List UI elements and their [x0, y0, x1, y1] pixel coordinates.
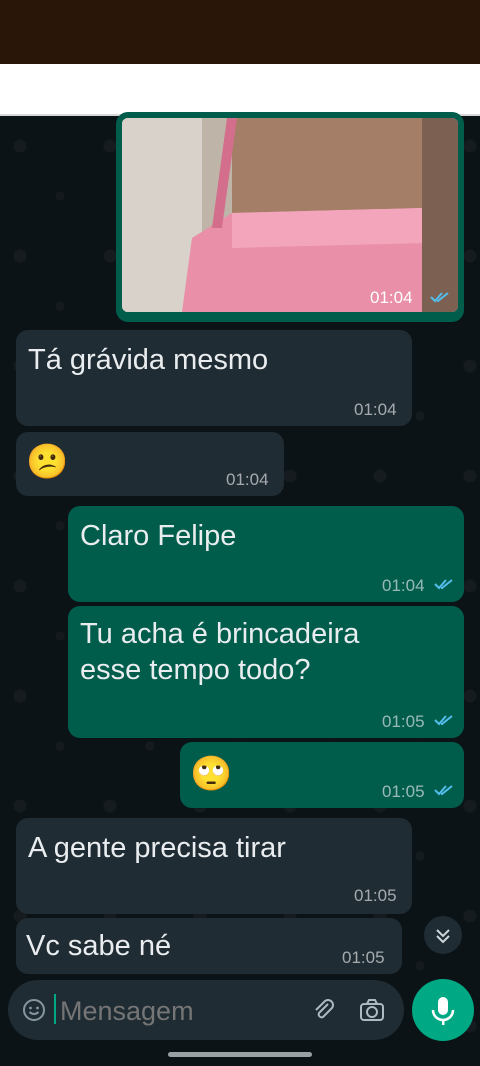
read-ticks-icon	[434, 715, 453, 726]
message-outgoing[interactable]: Claro Felipe 01:04	[68, 506, 464, 602]
microphone-icon	[431, 997, 455, 1025]
message-text: A gente precisa tirar	[28, 832, 286, 864]
read-ticks-icon	[430, 292, 449, 303]
status-bar	[0, 0, 480, 64]
message-input-bar[interactable]	[8, 980, 404, 1040]
camera-icon[interactable]	[358, 996, 386, 1024]
paperclip-icon[interactable]	[310, 996, 338, 1024]
voice-message-button[interactable]	[412, 979, 474, 1041]
message-outgoing[interactable]: Tu acha é brincadeira esse tempo todo? 0…	[68, 606, 464, 738]
text-cursor	[54, 994, 56, 1024]
read-ticks-icon	[434, 785, 453, 796]
message-outgoing[interactable]: 🙄 01:05	[180, 742, 464, 808]
navigation-handle[interactable]	[168, 1052, 312, 1057]
message-incoming[interactable]: A gente precisa tirar 01:05	[16, 818, 412, 914]
message-incoming[interactable]: Tá grávida mesmo 01:04	[16, 330, 412, 426]
photo-content	[122, 118, 458, 312]
message-text: Tu acha é brincadeira esse tempo todo?	[80, 618, 360, 686]
message-text: Claro Felipe	[80, 520, 237, 552]
read-ticks-icon	[434, 579, 453, 590]
message-time: 01:04	[226, 470, 269, 489]
message-time: 01:05	[342, 948, 385, 967]
message-text: Tá grávida mesmo	[28, 344, 269, 376]
double-chevron-down-icon	[436, 929, 450, 944]
message-time: 01:05	[382, 712, 425, 731]
scroll-to-bottom-button[interactable]	[424, 916, 462, 954]
image-time: 01:04	[370, 288, 413, 307]
message-time: 01:05	[354, 886, 397, 905]
message-emoji: 🙄	[190, 755, 233, 793]
message-incoming[interactable]: Vc sabe né 01:05	[16, 918, 402, 974]
message-incoming[interactable]: 😕 01:04	[16, 432, 284, 496]
message-input[interactable]	[58, 992, 302, 1030]
message-time: 01:04	[354, 400, 397, 419]
emoji-icon[interactable]	[22, 998, 46, 1022]
message-text: Vc sabe né	[26, 930, 172, 962]
chat-header	[0, 64, 480, 116]
message-time: 01:04	[382, 576, 425, 595]
message-emoji: 😕	[26, 443, 69, 481]
photo[interactable]: 01:04	[122, 118, 458, 312]
message-time: 01:05	[382, 782, 425, 801]
